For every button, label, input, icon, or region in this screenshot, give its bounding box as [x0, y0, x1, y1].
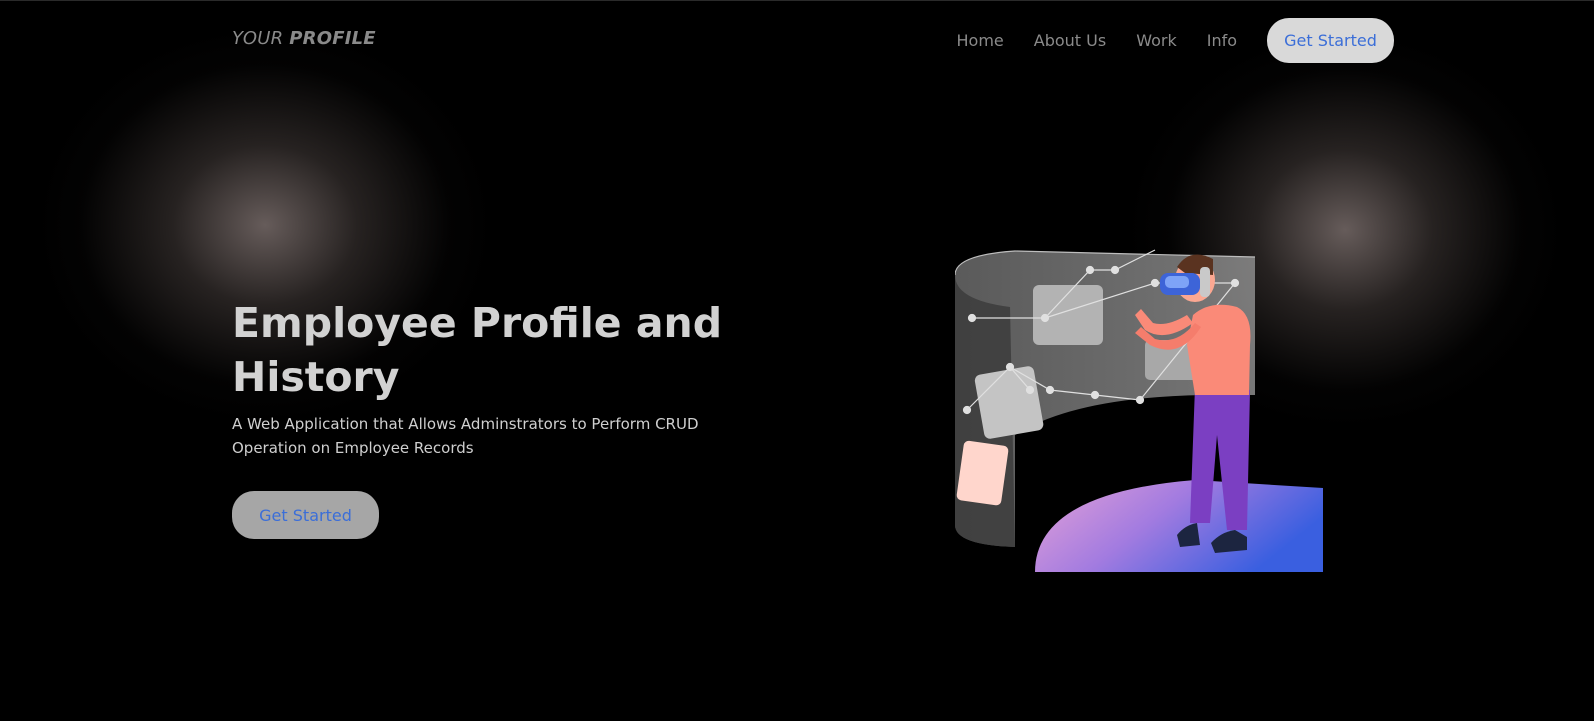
nav-about-us[interactable]: About Us	[1034, 31, 1106, 50]
nav-work[interactable]: Work	[1136, 31, 1177, 50]
main-nav: Home About Us Work Info Get Started	[957, 18, 1394, 63]
hero-get-started-button[interactable]: Get Started	[232, 491, 379, 539]
nav-info[interactable]: Info	[1207, 31, 1237, 50]
page: YOUR PROFILE Home About Us Work Info Get…	[0, 0, 1594, 721]
vr-user-illustration-icon	[955, 249, 1323, 572]
logo[interactable]: YOUR PROFILE	[232, 28, 376, 49]
logo-bold-text: PROFILE	[289, 28, 376, 49]
nav-get-started-button[interactable]: Get Started	[1267, 18, 1394, 63]
logo-light-text: YOUR	[232, 28, 284, 49]
hero-title: Employee Profile and History	[232, 299, 723, 401]
nav-home[interactable]: Home	[957, 31, 1004, 50]
top-border	[0, 0, 1594, 1]
hero-subtitle: A Web Application that Allows Adminstrat…	[232, 415, 699, 457]
